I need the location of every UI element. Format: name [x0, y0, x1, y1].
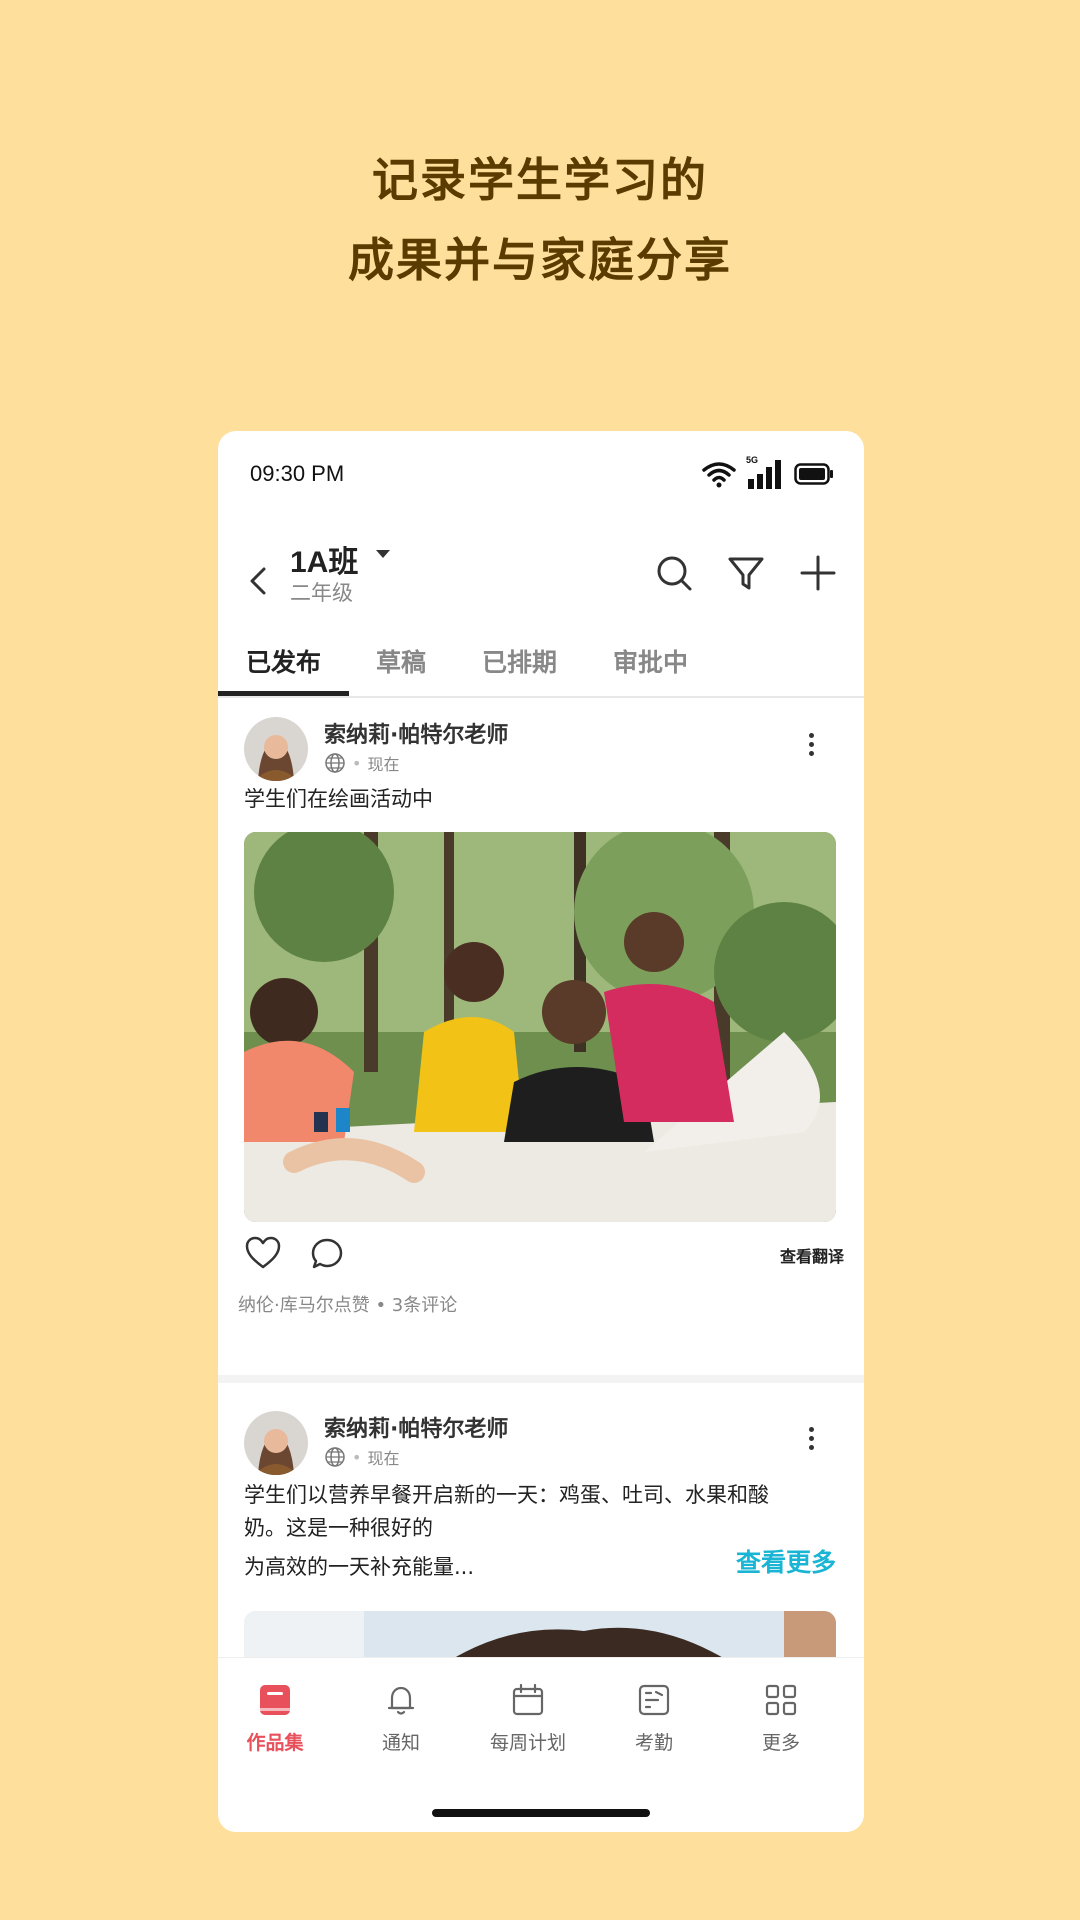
- comment-icon[interactable]: [310, 1237, 344, 1271]
- calendar-icon: [512, 1683, 544, 1716]
- back-arrow-icon[interactable]: [240, 561, 280, 601]
- caret-down-icon[interactable]: [374, 547, 392, 561]
- likes-comments-summary[interactable]: 纳伦·库马尔点赞 • 3条评论: [238, 1291, 457, 1317]
- bottom-navigation: 作品集 通知 每周计划 考勤 更多: [218, 1657, 864, 1832]
- grid-icon: [765, 1684, 797, 1716]
- class-title[interactable]: 1A班: [290, 537, 358, 581]
- attendance-icon: [638, 1684, 670, 1716]
- headline-line-2: 成果并与家庭分享: [348, 233, 732, 287]
- heart-icon[interactable]: [244, 1235, 282, 1271]
- post-card-2: 索纳莉·帕特尔老师 • 现在 学生们以营养早餐开启新的一天：鸡蛋、吐司、水果和酸…: [218, 1393, 864, 1671]
- nav-label: 考勤: [634, 1732, 673, 1754]
- home-indicator[interactable]: [432, 1809, 650, 1817]
- tab-scheduled[interactable]: 已排期: [482, 643, 557, 679]
- search-icon[interactable]: [652, 551, 696, 595]
- post-text-line-1: 学生们以营养早餐开启新的一天：鸡蛋、吐司、水果和酸: [244, 1483, 769, 1507]
- nav-more[interactable]: 更多: [718, 1682, 844, 1755]
- filter-icon[interactable]: [724, 551, 768, 595]
- nav-label: 更多: [761, 1732, 800, 1754]
- author-name[interactable]: 索纳莉·帕特尔老师: [324, 1411, 508, 1443]
- tab-drafts[interactable]: 草稿: [376, 643, 426, 679]
- post-time: 现在: [367, 1449, 400, 1468]
- post-card-1: 索纳莉·帕特尔老师 • 现在 学生们在绘画活动中 查看翻译 纳伦·库马尔点赞 •…: [218, 699, 864, 1316]
- post-text-line-2: 奶。这是一种很好的: [244, 1516, 433, 1540]
- nav-portfolio[interactable]: 作品集: [218, 1682, 338, 1755]
- post-text: 学生们在绘画活动中: [244, 787, 433, 811]
- app-bar: 1A班 二年级: [218, 531, 864, 641]
- add-icon[interactable]: [796, 551, 840, 595]
- bell-icon: [387, 1686, 415, 1715]
- headline-line-1: 记录学生学习的: [372, 153, 708, 207]
- avatar[interactable]: [244, 1411, 308, 1475]
- status-time: 09:30 PM: [250, 461, 345, 486]
- nav-label: 通知: [381, 1732, 420, 1754]
- active-tab-indicator: [218, 691, 349, 696]
- tab-pending-approval[interactable]: 审批中: [613, 643, 688, 679]
- post-divider: [218, 1375, 864, 1383]
- wifi-icon: [702, 462, 736, 488]
- see-more-link[interactable]: 查看更多: [736, 1543, 836, 1579]
- nav-notifications[interactable]: 通知: [338, 1682, 464, 1755]
- post-meta: • 现在: [324, 1445, 399, 1469]
- phone-screen: 09:30 PM 5G 1A班 二年级 已发布 草稿 已排期 审批中 索纳莉·帕…: [218, 431, 864, 1832]
- battery-icon: [794, 463, 833, 485]
- tab-published[interactable]: 已发布: [246, 643, 321, 679]
- more-options-icon[interactable]: [806, 1423, 816, 1454]
- tab-bar: 已发布 草稿 已排期 审批中: [218, 629, 864, 698]
- nav-label: 作品集: [246, 1732, 304, 1754]
- globe-icon: [325, 753, 345, 773]
- reaction-bar: 查看翻译: [244, 1231, 844, 1275]
- status-bar: 09:30 PM 5G: [218, 431, 864, 511]
- cell-signal-icon: 5G: [746, 455, 784, 491]
- portfolio-icon: [260, 1685, 290, 1715]
- avatar[interactable]: [244, 717, 308, 781]
- grade-label: 二年级: [290, 581, 353, 605]
- post-time: 现在: [367, 755, 400, 774]
- post-meta: • 现在: [324, 751, 399, 775]
- status-icons: 5G: [702, 455, 834, 491]
- nav-attendance[interactable]: 考勤: [591, 1682, 717, 1755]
- globe-icon: [325, 1447, 345, 1467]
- nav-label: 每周计划: [489, 1732, 566, 1754]
- post-photo[interactable]: [244, 832, 836, 1222]
- see-translation-link[interactable]: 查看翻译: [780, 1243, 844, 1267]
- more-options-icon[interactable]: [806, 729, 816, 760]
- author-name[interactable]: 索纳莉·帕特尔老师: [324, 717, 508, 749]
- headline: 记录学生学习的 成果并与家庭分享: [0, 140, 1080, 300]
- nav-weekly-plan[interactable]: 每周计划: [465, 1682, 591, 1755]
